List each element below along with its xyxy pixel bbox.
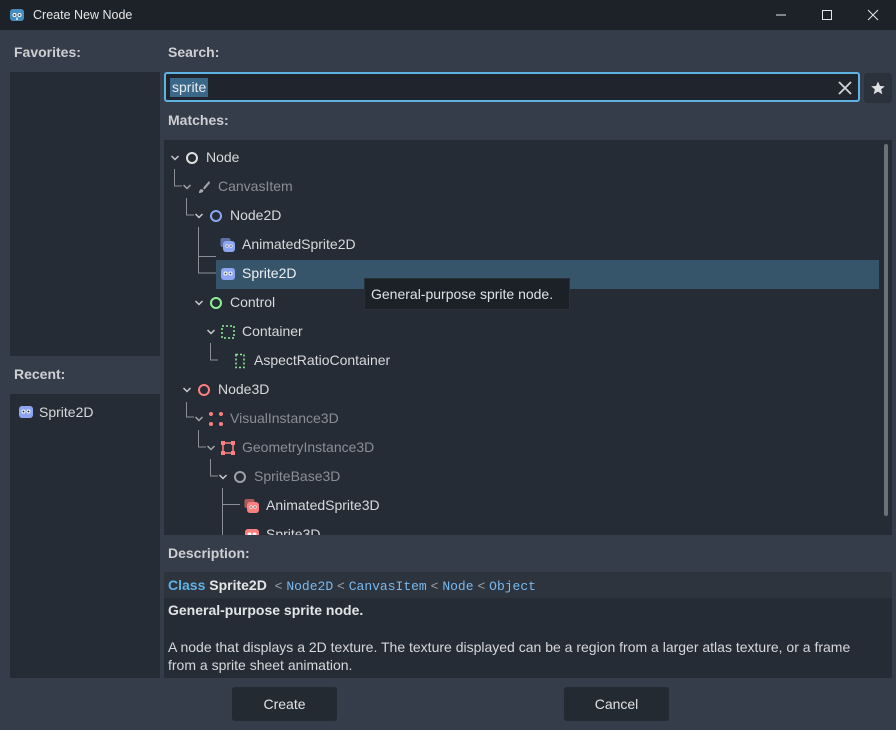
tree-item-label: Sprite3D bbox=[266, 526, 321, 535]
sprite3d-icon bbox=[245, 529, 259, 535]
cancel-button[interactable]: Cancel bbox=[564, 687, 669, 721]
full-description: A node that displays a 2D texture. The t… bbox=[168, 639, 851, 673]
matches-label: Matches: bbox=[168, 112, 229, 128]
chevron-down-icon[interactable] bbox=[206, 443, 216, 453]
chevron-down-icon[interactable] bbox=[170, 153, 180, 163]
tree-item-label: Control bbox=[230, 294, 276, 310]
inherit-link-object[interactable]: Object bbox=[489, 579, 536, 594]
add-favorite-button[interactable] bbox=[864, 73, 892, 103]
clear-search-icon[interactable] bbox=[836, 79, 854, 97]
maximize-button[interactable] bbox=[804, 0, 850, 30]
node-icon bbox=[186, 152, 198, 164]
animatedsprite3d-icon bbox=[244, 499, 259, 513]
description-panel: Class Sprite2D < Node2D < CanvasItem < N… bbox=[164, 572, 892, 678]
tree-item-label: CanvasItem bbox=[218, 178, 293, 194]
close-icon bbox=[867, 9, 879, 21]
tree-item-label: Node2D bbox=[230, 207, 282, 223]
recent-list[interactable] bbox=[10, 394, 160, 678]
tooltip: General-purpose sprite node. bbox=[364, 278, 570, 310]
geometryinstance3d-icon bbox=[221, 441, 235, 455]
control-icon bbox=[210, 297, 222, 309]
favorites-list[interactable] bbox=[10, 72, 160, 356]
chevron-down-icon[interactable] bbox=[194, 414, 204, 424]
node3d-icon bbox=[198, 384, 210, 396]
animatedsprite2d-icon bbox=[220, 238, 235, 252]
spritebase3d-icon bbox=[234, 471, 246, 483]
minimize-icon bbox=[776, 14, 786, 16]
tree-item-canvasitem[interactable]: CanvasItem bbox=[164, 172, 884, 201]
inherit-link-canvasitem[interactable]: CanvasItem bbox=[349, 579, 427, 594]
chevron-down-icon[interactable] bbox=[182, 385, 192, 395]
tree-item-animatedsprite3d[interactable]: AnimatedSprite3D bbox=[164, 491, 884, 520]
tree-item-label: AspectRatioContainer bbox=[254, 352, 391, 368]
inherit-separator: < bbox=[337, 579, 345, 594]
class-name: Sprite2D bbox=[209, 577, 267, 593]
visualinstance3d-icon bbox=[209, 412, 223, 426]
tree-item-spritebase3d[interactable]: SpriteBase3D bbox=[164, 462, 884, 491]
tree-item-sprite3d[interactable]: Sprite3D bbox=[164, 520, 884, 535]
inherit-separator: < bbox=[274, 579, 283, 594]
maximize-icon bbox=[822, 10, 832, 20]
tree-item-node3d[interactable]: Node3D bbox=[164, 375, 884, 404]
node2d-icon bbox=[210, 210, 222, 222]
tree-item-label: Node3D bbox=[218, 381, 270, 397]
chevron-down-icon[interactable] bbox=[182, 182, 192, 192]
sprite2d-icon bbox=[19, 406, 33, 418]
close-button[interactable] bbox=[850, 0, 896, 30]
inherit-separator: < bbox=[430, 579, 439, 594]
tree-item-container[interactable]: Container bbox=[164, 317, 884, 346]
tree-scrollbar[interactable] bbox=[884, 144, 888, 516]
tree-item-geometryinstance3d[interactable]: GeometryInstance3D bbox=[164, 433, 884, 462]
window-title: Create New Node bbox=[33, 8, 133, 22]
recent-label: Recent: bbox=[14, 366, 66, 382]
favorites-label: Favorites: bbox=[14, 44, 81, 60]
tree-item-aspectratiocontainer[interactable]: AspectRatioContainer bbox=[164, 346, 884, 375]
class-signature: Class Sprite2D < Node2D < CanvasItem < N… bbox=[164, 572, 892, 598]
recent-item-label: Sprite2D bbox=[39, 404, 94, 420]
inherit-separator: < bbox=[477, 579, 486, 594]
star-icon bbox=[871, 81, 885, 95]
canvasitem-icon bbox=[199, 181, 210, 193]
matches-tree[interactable]: Node CanvasItem Node2D AnimatedSprite2D … bbox=[164, 140, 892, 535]
tree-item-label: Container bbox=[242, 323, 303, 339]
inherit-link-node[interactable]: Node bbox=[442, 579, 473, 594]
tree-item-label: GeometryInstance3D bbox=[242, 439, 375, 455]
brief-description: General-purpose sprite node. bbox=[168, 602, 364, 618]
chevron-down-icon[interactable] bbox=[194, 298, 204, 308]
chevron-down-icon[interactable] bbox=[218, 472, 228, 482]
tree-item-label: VisualInstance3D bbox=[230, 410, 339, 426]
container-icon bbox=[221, 325, 235, 339]
search-input[interactable]: sprite bbox=[164, 72, 860, 102]
search-label: Search: bbox=[168, 44, 220, 60]
class-keyword: Class bbox=[168, 577, 206, 593]
title-bar: Create New Node bbox=[0, 0, 896, 30]
tree-item-label: AnimatedSprite2D bbox=[242, 236, 356, 252]
tree-item-visualinstance3d[interactable]: VisualInstance3D bbox=[164, 404, 884, 433]
godot-logo-icon bbox=[10, 9, 24, 21]
aspectratiocontainer-icon bbox=[235, 353, 245, 369]
tree-item-node[interactable]: Node bbox=[164, 143, 884, 172]
tree-item-label: AnimatedSprite3D bbox=[266, 497, 380, 513]
tree-item-node2d[interactable]: Node2D bbox=[164, 201, 884, 230]
tree-item-label: SpriteBase3D bbox=[254, 468, 341, 484]
tree-item-animatedsprite2d[interactable]: AnimatedSprite2D bbox=[164, 230, 884, 259]
create-button[interactable]: Create bbox=[232, 687, 337, 721]
sprite2d-icon bbox=[221, 268, 235, 280]
search-input-value: sprite bbox=[170, 78, 209, 97]
description-label: Description: bbox=[168, 545, 250, 561]
chevron-down-icon[interactable] bbox=[194, 211, 204, 221]
chevron-down-icon[interactable] bbox=[206, 327, 216, 337]
inherit-link-node2d[interactable]: Node2D bbox=[286, 579, 333, 594]
tree-item-label: Node bbox=[206, 149, 240, 165]
recent-item-sprite2d[interactable]: Sprite2D bbox=[10, 398, 160, 426]
minimize-button[interactable] bbox=[758, 0, 804, 30]
tree-item-label: Sprite2D bbox=[242, 265, 297, 281]
